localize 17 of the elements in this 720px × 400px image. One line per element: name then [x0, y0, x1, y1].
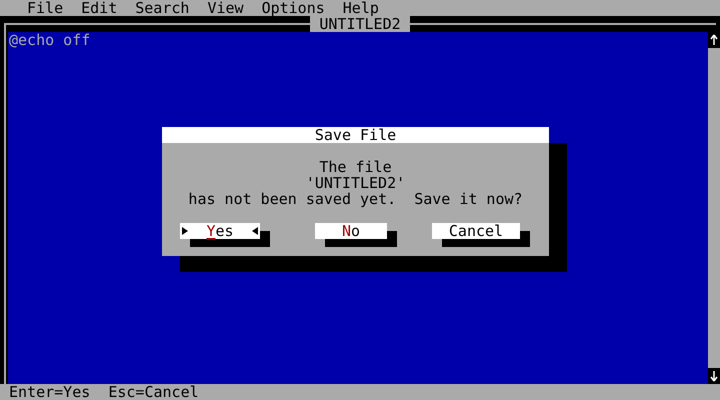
dialog-title: Save File	[162, 127, 549, 143]
scroll-down-arrow-icon[interactable]	[708, 368, 720, 384]
cancel-button[interactable]: Cancel	[432, 223, 520, 239]
scroll-up-arrow-icon[interactable]	[708, 32, 720, 48]
menu-item[interactable]: Search	[135, 0, 190, 16]
yes-button[interactable]: Yes	[180, 223, 260, 239]
no-button[interactable]: No	[315, 223, 387, 239]
menu-item[interactable]: Edit	[81, 0, 118, 16]
menu-item[interactable]: File	[27, 0, 64, 16]
menu-item[interactable]: View	[207, 0, 244, 16]
status-bar: Enter=Yes Esc=Cancel	[0, 384, 720, 400]
code-line: @echo off	[9, 32, 92, 48]
menu-item[interactable]: Options	[262, 0, 325, 16]
scrollbar[interactable]	[708, 32, 720, 384]
document-title: UNTITLED2	[310, 16, 410, 32]
dialog-message: The file 'UNTITLED2' has not been saved yet. Save it now?	[188, 159, 523, 207]
menu-item[interactable]: Help	[342, 0, 379, 16]
